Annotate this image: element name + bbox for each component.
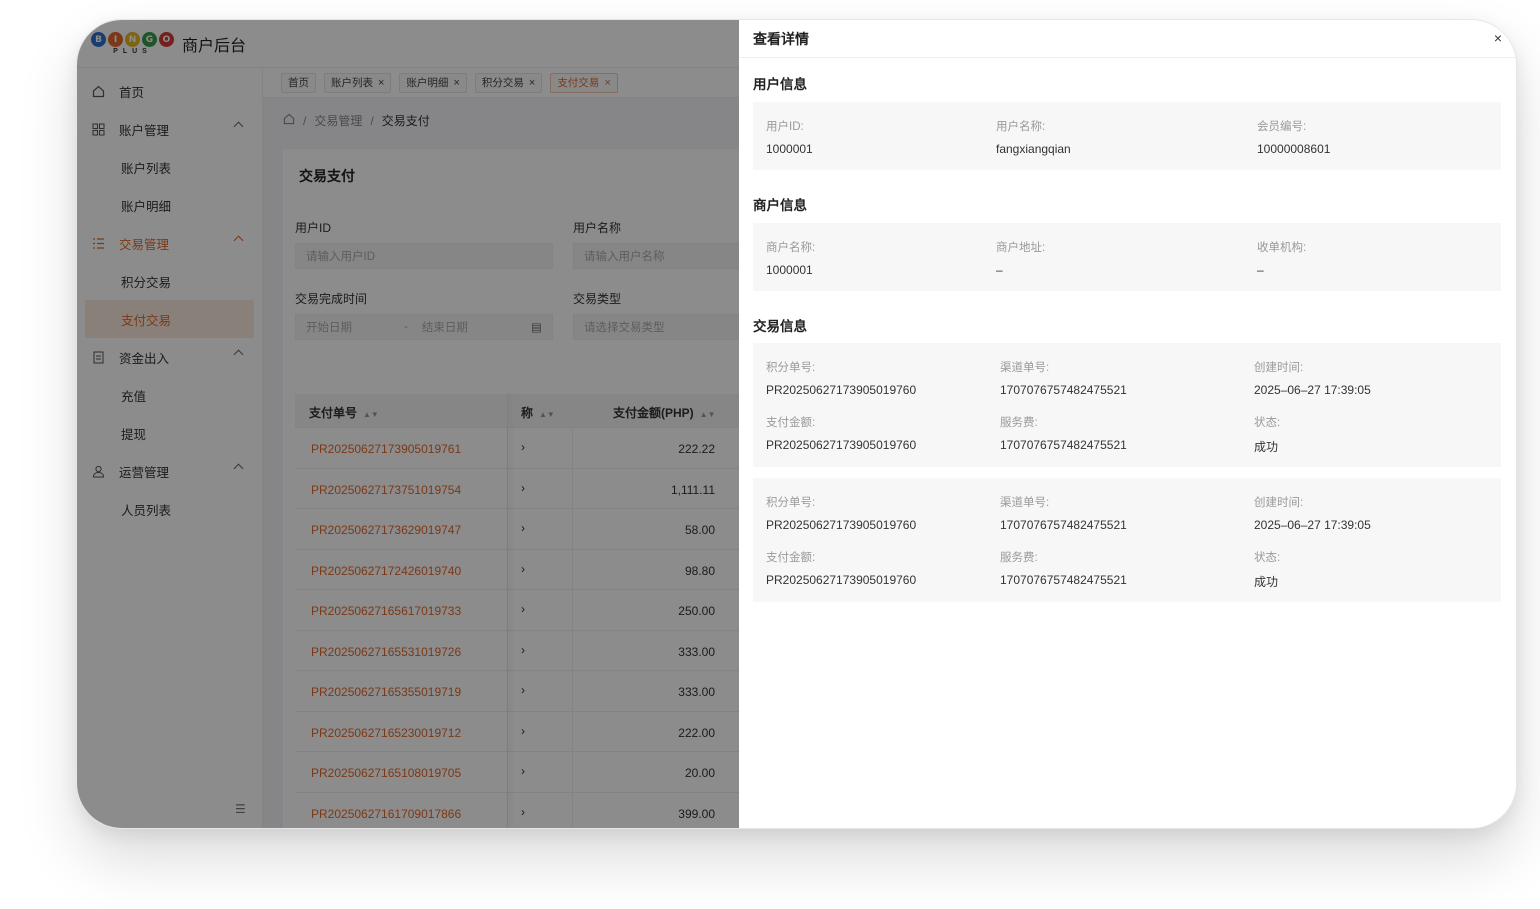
field-value: PR20250627173905019760	[766, 438, 917, 452]
field-member-no: 会员编号: 10000008601	[1257, 118, 1330, 156]
detail-drawer: 查看详情 × 用户信息 用户ID: 1000001 用户名称: fangxiangq…	[739, 20, 1516, 828]
field-key: 积分单号:	[766, 362, 816, 374]
field-key: 状态:	[1254, 552, 1281, 564]
field-key: 创建时间:	[1254, 362, 1304, 374]
trade-field: 状态: 成功	[1254, 549, 1280, 590]
field-value: PR20250627173905019760	[766, 573, 917, 587]
field-key: 支付金额:	[766, 552, 816, 564]
field-value: 1707076757482475521	[1000, 518, 1127, 532]
field-value: 1000001	[766, 263, 813, 277]
field-key: 会员编号:	[1257, 121, 1307, 133]
trade-field: 渠道单号: 1707076757482475521	[1000, 359, 1127, 397]
field-key: 用户ID:	[766, 121, 804, 133]
field-value: 成功	[1254, 440, 1279, 454]
trade-field: 服务费: 1707076757482475521	[1000, 549, 1127, 587]
field-value: 成功	[1254, 575, 1279, 589]
field-key: 用户名称:	[996, 121, 1046, 133]
drawer-overlay[interactable]	[77, 20, 739, 828]
field-key: 渠道单号:	[1000, 497, 1050, 509]
field-merchant-name: 商户名称: 1000001	[766, 239, 815, 277]
field-value: 10000008601	[1257, 142, 1331, 156]
field-key: 积分单号:	[766, 497, 816, 509]
trade-field: 积分单号: PR20250627173905019760	[766, 359, 916, 397]
field-value: PR20250627173905019760	[766, 518, 917, 532]
field-key: 服务费:	[1000, 552, 1038, 564]
field-key: 收单机构:	[1257, 242, 1307, 254]
trade-info-title: 交易信息	[753, 319, 807, 334]
field-value: –	[1257, 263, 1264, 277]
close-button[interactable]: ×	[1494, 30, 1502, 46]
field-value: 1000001	[766, 142, 813, 156]
trade-field: 渠道单号: 1707076757482475521	[1000, 494, 1127, 532]
field-value: 2025–06–27 17:39:05	[1254, 383, 1371, 397]
trade-field: 支付金额: PR20250627173905019760	[766, 414, 916, 452]
field-key: 商户名称:	[766, 242, 816, 254]
user-info-box: 用户ID: 1000001 用户名称: fangxiangqian 会员编号: 100…	[753, 102, 1501, 170]
field-value: 1707076757482475521	[1000, 438, 1127, 452]
field-value: –	[996, 263, 1003, 277]
user-info-title: 用户信息	[753, 77, 807, 92]
trade-field: 创建时间: 2025–06–27 17:39:05	[1254, 494, 1371, 532]
field-value: 2025–06–27 17:39:05	[1254, 518, 1371, 532]
field-user-name: 用户名称: fangxiangqian	[996, 118, 1071, 156]
field-value: 1707076757482475521	[1000, 383, 1127, 397]
field-key: 创建时间:	[1254, 497, 1304, 509]
field-acquirer: 收单机构: –	[1257, 239, 1306, 277]
drawer-header: 查看详情 ×	[739, 20, 1516, 58]
trade-record-box: 积分单号: PR20250627173905019760 渠道单号: 17070767…	[753, 478, 1501, 602]
trade-field: 支付金额: PR20250627173905019760	[766, 549, 916, 587]
device-frame: B I N G O PLUS 商户后台 首页 账户管理 账户列表 账户明细 交易…	[76, 19, 1517, 829]
merchant-info-title: 商户信息	[753, 198, 807, 213]
merchant-info-box: 商户名称: 1000001 商户地址: – 收单机构: –	[753, 223, 1501, 291]
trade-field: 创建时间: 2025–06–27 17:39:05	[1254, 359, 1371, 397]
field-key: 服务费:	[1000, 417, 1038, 429]
field-key: 状态:	[1254, 417, 1281, 429]
field-value: PR20250627173905019760	[766, 383, 917, 397]
trade-field: 状态: 成功	[1254, 414, 1280, 455]
field-value: 1707076757482475521	[1000, 573, 1127, 587]
field-key: 渠道单号:	[1000, 362, 1050, 374]
trade-field: 积分单号: PR20250627173905019760	[766, 494, 916, 532]
trade-record-box: 积分单号: PR20250627173905019760 渠道单号: 17070767…	[753, 343, 1501, 467]
field-merchant-address: 商户地址: –	[996, 239, 1045, 277]
field-key: 商户地址:	[996, 242, 1046, 254]
trade-field: 服务费: 1707076757482475521	[1000, 414, 1127, 452]
drawer-title: 查看详情	[753, 30, 809, 47]
field-key: 支付金额:	[766, 417, 816, 429]
field-value: fangxiangqian	[996, 142, 1071, 156]
field-user-id: 用户ID: 1000001	[766, 118, 813, 156]
